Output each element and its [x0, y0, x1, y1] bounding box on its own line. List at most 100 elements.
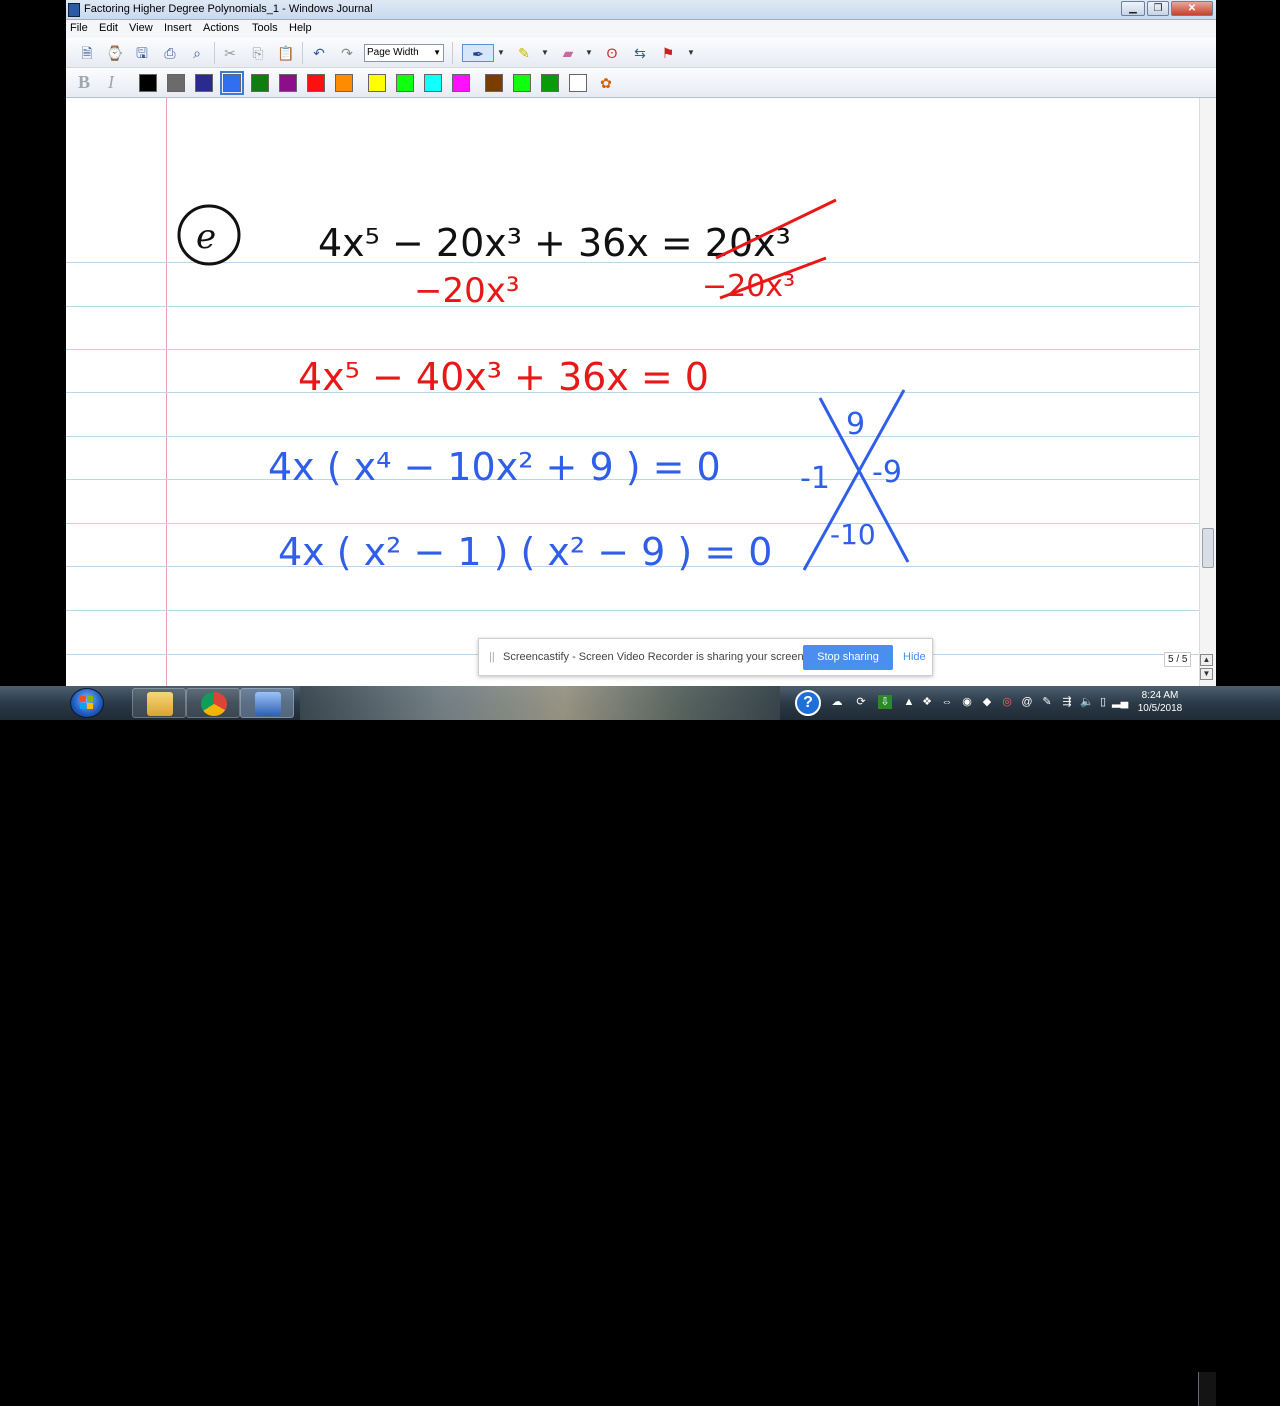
at-icon[interactable]: @ [1020, 695, 1034, 709]
redo-icon[interactable]: ↷ [338, 44, 356, 62]
journal-icon [255, 692, 281, 716]
standard-toolbar: 🗎 ⌚ 🖫 ⎙ ⌕ ✂ ⎘ 📋 ↶ ↷ Page Width ▼ ✒ ▼ ✎ ▼… [66, 38, 1216, 68]
eraser-dropdown-icon[interactable]: ▼ [584, 44, 594, 62]
teamviewer-icon[interactable]: ⇔ [940, 695, 954, 709]
taskbar-background [300, 686, 780, 720]
drag-handle[interactable]: || [489, 651, 495, 663]
menu-actions[interactable]: Actions [203, 22, 239, 34]
color-swatch-magenta[interactable] [452, 74, 470, 92]
ink-layer: e 4x⁵ − 20x³ + 36x = 20x³ −20x³ −20x³ 4x… [177, 198, 910, 574]
find-icon[interactable]: ⌕ [188, 44, 206, 62]
start-button[interactable] [70, 688, 104, 718]
creative-cloud-icon[interactable]: ◎ [1000, 695, 1014, 709]
flag-dropdown-icon[interactable]: ▼ [686, 44, 696, 62]
taskbar-journal[interactable] [240, 688, 294, 718]
x-diagram-bottom: -10 [830, 518, 876, 551]
color-swatch-orange[interactable] [335, 74, 353, 92]
eraser-icon[interactable]: ▰ [559, 44, 577, 62]
show-desktop-button[interactable] [1198, 1372, 1216, 1406]
menu-help[interactable]: Help [289, 22, 312, 34]
color-swatch-navy[interactable] [195, 74, 213, 92]
copy-icon[interactable]: ⎘ [249, 44, 267, 62]
color-swatch-black[interactable] [139, 74, 157, 92]
scrollbar-thumb[interactable] [1202, 528, 1214, 568]
system-clock[interactable]: 8:24 AM 10/5/2018 [1130, 689, 1190, 715]
update-icon[interactable]: ⇩ [878, 695, 892, 709]
x-diagram-top: 9 [846, 407, 865, 442]
page-up-icon[interactable]: ▲ [1200, 654, 1213, 666]
chevron-down-icon: ▼ [433, 48, 441, 57]
print-icon[interactable]: ⎙ [161, 44, 179, 62]
taskbar: ? ☁ ⟳ ⇩ ▲ ❖ ⇔ ◉ ◆ ◎ @ ✎ ⇶ 🔈 ▯ ▂▄ [0, 686, 1280, 1406]
clock-date: 10/5/2018 [1137, 703, 1183, 714]
lasso-icon[interactable]: ʘ [603, 44, 621, 62]
menu-insert[interactable]: Insert [164, 22, 192, 34]
menu-file[interactable]: File [70, 22, 88, 34]
stop-sharing-button[interactable]: Stop sharing [803, 645, 893, 670]
journal-app-icon [68, 3, 80, 17]
format-toolbar: B I ✿ [66, 68, 1216, 98]
color-palette-icon[interactable]: ✿ [597, 74, 615, 92]
wifi-signal-icon[interactable]: ▂▄ [1112, 695, 1128, 709]
journal-window: Factoring Higher Degree Polynomials_1 - … [66, 0, 1216, 686]
new-note-icon[interactable]: 🗎 [78, 44, 96, 62]
color-swatch-lime[interactable] [396, 74, 414, 92]
system-tray: ? ☁ ⟳ ⇩ ▲ ❖ ⇔ ◉ ◆ ◎ @ ✎ ⇶ 🔈 ▯ ▂▄ [790, 686, 1130, 720]
italic-button[interactable]: I [108, 72, 114, 93]
color-swatch-green[interactable] [251, 74, 269, 92]
menu-tools[interactable]: Tools [252, 22, 278, 34]
battery-icon[interactable]: ▯ [1096, 695, 1110, 709]
title-bar[interactable]: Factoring Higher Degree Polynomials_1 - … [66, 0, 1216, 20]
taskbar-chrome[interactable] [186, 688, 240, 718]
vertical-scrollbar[interactable] [1199, 98, 1216, 686]
x-diagram-right: -9 [872, 455, 902, 490]
hide-button[interactable]: Hide [903, 651, 926, 663]
equation-line-2: 4x⁵ − 40x³ + 36x = 0 [298, 355, 709, 399]
volume-icon[interactable]: 🔈 [1080, 695, 1094, 709]
pen-icon[interactable]: ✒ [462, 44, 494, 62]
minimize-button[interactable]: ▁ [1121, 1, 1145, 16]
color-swatch-yellow[interactable] [368, 74, 386, 92]
paste-icon[interactable]: 📋 [277, 44, 295, 62]
pen-dropdown-icon[interactable]: ▼ [496, 44, 506, 62]
menu-edit[interactable]: Edit [99, 22, 118, 34]
color-swatch-bright-green[interactable] [513, 74, 531, 92]
problem-label: e [196, 217, 216, 257]
browser-icon[interactable]: ◉ [960, 695, 974, 709]
note-page[interactable]: e 4x⁵ − 20x³ + 36x = 20x³ −20x³ −20x³ 4x… [66, 98, 1199, 686]
dropbox-icon[interactable]: ❖ [920, 695, 934, 709]
highlighter-dropdown-icon[interactable]: ▼ [540, 44, 550, 62]
color-swatch-purple[interactable] [279, 74, 297, 92]
cut-icon[interactable]: ✂ [221, 44, 239, 62]
close-button[interactable]: ✕ [1171, 1, 1213, 16]
chrome-icon [201, 692, 227, 716]
color-swatch-dark-green[interactable] [541, 74, 559, 92]
pen-tray-icon[interactable]: ✎ [1040, 695, 1054, 709]
security-icon[interactable]: ◆ [980, 695, 994, 709]
bold-button[interactable]: B [78, 72, 90, 93]
taskbar-explorer[interactable] [132, 688, 186, 718]
color-swatch-red[interactable] [307, 74, 325, 92]
zoom-select[interactable]: Page Width ▼ [364, 44, 444, 62]
flag-icon[interactable]: ⚑ [659, 44, 677, 62]
cloud-icon[interactable]: ☁ [830, 695, 844, 709]
page-down-icon[interactable]: ▼ [1200, 668, 1213, 680]
show-hidden-icon[interactable]: ▲ [902, 695, 916, 709]
open-icon[interactable]: ⌚ [106, 44, 124, 62]
color-swatch-white[interactable] [569, 74, 587, 92]
color-swatch-blue[interactable] [220, 71, 244, 95]
clock-time: 8:24 AM [1141, 690, 1179, 701]
sync-icon[interactable]: ⟳ [854, 695, 868, 709]
maximize-button[interactable]: ❐ [1147, 1, 1169, 16]
save-icon[interactable]: 🖫 [133, 44, 151, 62]
help-icon[interactable]: ? [795, 690, 821, 716]
color-swatch-brown[interactable] [485, 74, 503, 92]
highlighter-icon[interactable]: ✎ [515, 44, 533, 62]
windows-logo-icon [80, 696, 93, 709]
color-swatch-gray[interactable] [167, 74, 185, 92]
insert-space-icon[interactable]: ⇆ [631, 44, 649, 62]
undo-icon[interactable]: ↶ [310, 44, 328, 62]
network-share-icon[interactable]: ⇶ [1060, 695, 1074, 709]
menu-view[interactable]: View [129, 22, 153, 34]
color-swatch-cyan[interactable] [424, 74, 442, 92]
